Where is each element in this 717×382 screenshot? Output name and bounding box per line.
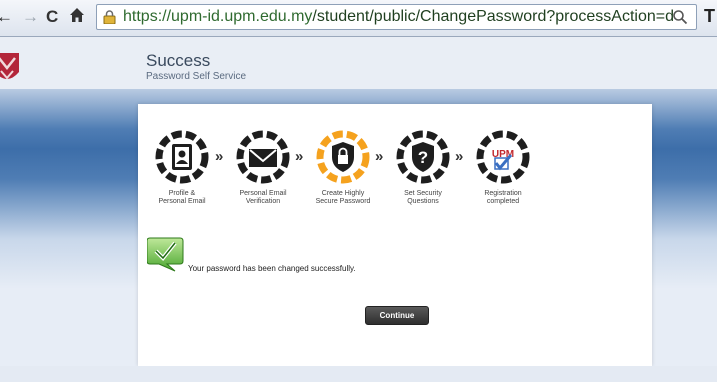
step-arrow: » bbox=[455, 148, 464, 165]
reload-icon[interactable]: C bbox=[46, 7, 64, 27]
home-icon[interactable] bbox=[69, 7, 87, 27]
lock-icon bbox=[103, 10, 116, 25]
step-label: Create Highly Secure Password bbox=[315, 190, 371, 205]
step-label: Profile & Personal Email bbox=[158, 190, 206, 205]
envelope-icon bbox=[236, 130, 290, 184]
success-message: Your password has been changed successfu… bbox=[188, 264, 356, 273]
checkmark-icon bbox=[146, 236, 185, 272]
page-title: Success bbox=[146, 51, 211, 70]
contact-book-icon bbox=[155, 130, 209, 184]
footer-strip bbox=[0, 366, 717, 382]
url-text: https://upm-id.upm.edu.my/student/public… bbox=[123, 8, 673, 25]
step-profile: Profile & Personal Email bbox=[147, 130, 217, 206]
page-header bbox=[0, 37, 717, 89]
continue-button[interactable]: Continue bbox=[365, 306, 429, 325]
step-label: Personal Email Verification bbox=[239, 190, 287, 205]
shield-lock-icon bbox=[316, 130, 370, 184]
question-icon: ? bbox=[396, 130, 450, 184]
step-create-password: Create Highly Secure Password bbox=[308, 130, 378, 206]
back-icon[interactable]: ← bbox=[0, 7, 13, 27]
extension-icon[interactable]: T bbox=[704, 6, 715, 27]
step-registration-completed: UPM Registration completed bbox=[468, 130, 538, 206]
step-email-verification: Personal Email Verification bbox=[228, 130, 298, 206]
step-arrow: » bbox=[215, 148, 224, 165]
step-arrow: » bbox=[375, 148, 384, 165]
step-label: Set Security Questions bbox=[404, 190, 442, 205]
progress-steps: Profile & Personal Email » Personal Emai… bbox=[151, 130, 530, 222]
step-security-questions: ? Set Security Questions bbox=[388, 130, 458, 206]
step-arrow: » bbox=[295, 148, 304, 165]
upm-logo-icon bbox=[0, 52, 20, 86]
address-bar[interactable]: https://upm-id.upm.edu.my/student/public… bbox=[96, 4, 697, 30]
step-label: Registration completed bbox=[484, 190, 522, 205]
browser-toolbar: ← → C https://upm-id.upm.edu.my/student/… bbox=[0, 0, 717, 37]
svg-text:?: ? bbox=[418, 148, 428, 167]
upm-check-icon: UPM bbox=[476, 130, 530, 184]
page-subtitle: Password Self Service bbox=[146, 71, 247, 82]
search-icon[interactable] bbox=[672, 9, 688, 25]
forward-icon[interactable]: → bbox=[22, 7, 39, 27]
